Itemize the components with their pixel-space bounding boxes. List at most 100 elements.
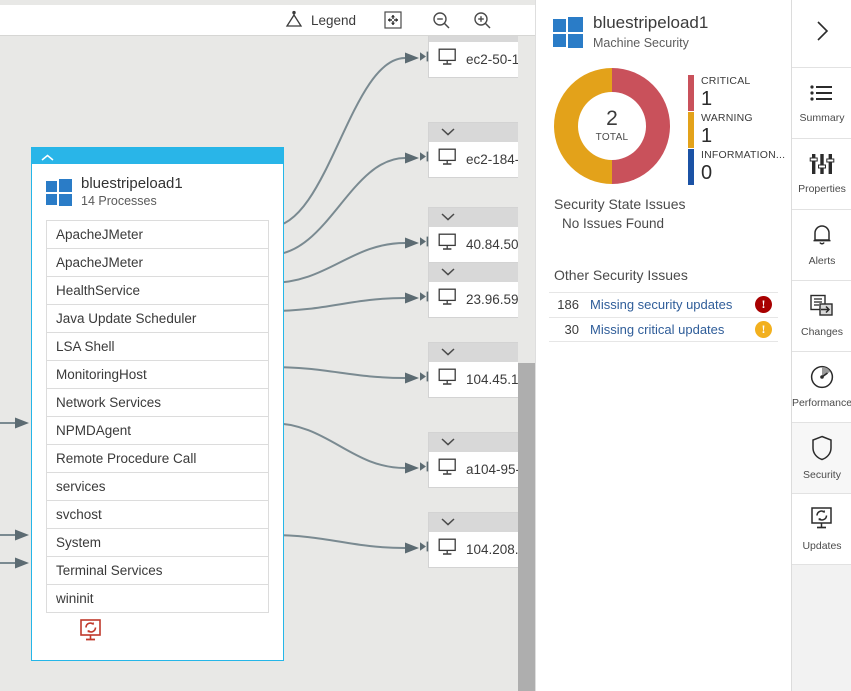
canvas-toolbar: Legend [0, 5, 535, 36]
gauge-icon [810, 365, 834, 394]
zoom-in-button[interactable] [473, 11, 492, 30]
updates-monitor-icon[interactable] [78, 618, 104, 649]
connection-arrow-icon [420, 49, 429, 62]
zoom-out-icon [432, 11, 451, 30]
rail-tabs: Summary Properties Alerts Changes Performanc… [792, 68, 851, 565]
issue-row[interactable]: 30 Missing critical updates! [549, 316, 778, 342]
donut-legend: CRITICAL 1 WARNING 1 INFORMATION... 0 [688, 74, 785, 185]
node-card-identity: bluestripeload1 14 Processes [32, 164, 283, 218]
process-name: System [56, 535, 102, 551]
legend-label: Legend [311, 12, 357, 28]
monitor-icon [438, 48, 458, 71]
issue-label[interactable]: Missing security updates [579, 297, 755, 312]
legend-item: INFORMATION... 0 [688, 148, 785, 185]
topology-app: Legend bluestripeload1 14 Processes Apac… [0, 0, 851, 691]
connection-arrow-icon [420, 149, 429, 162]
connection-arrow-icon [420, 369, 429, 382]
chevron-down-icon[interactable] [440, 124, 456, 142]
issue-label[interactable]: Missing critical updates [579, 322, 755, 337]
canvas-scrollbar[interactable] [518, 36, 535, 691]
warning-badge-icon: ! [755, 320, 772, 338]
process-row[interactable]: LSA Shell [47, 333, 268, 362]
rail-tab-performance[interactable]: Performance [792, 352, 851, 423]
fit-to-screen-button[interactable] [384, 11, 402, 29]
topology-canvas[interactable]: Legend bluestripeload1 14 Processes Apac… [0, 0, 535, 691]
legend-label: CRITICAL [701, 74, 751, 87]
legend-item: WARNING 1 [688, 111, 785, 148]
canvas-scrollbar-thumb[interactable] [518, 363, 535, 691]
node-card-header[interactable] [32, 148, 283, 164]
node-card-title: bluestripeload1 [81, 175, 183, 192]
process-row[interactable]: MonitoringHost [47, 361, 268, 390]
legend-value: 0 [701, 161, 713, 184]
details-title: bluestripeload1 [593, 13, 709, 32]
process-name: NPMDAgent [56, 423, 132, 439]
rail-tab-properties[interactable]: Properties [792, 139, 851, 210]
chevron-down-icon[interactable] [440, 514, 456, 532]
process-row[interactable]: svchost [47, 501, 268, 530]
process-row[interactable]: HealthService [47, 277, 268, 306]
rail-tab-updates[interactable]: Updates [792, 494, 851, 565]
zoom-in-icon [473, 11, 492, 30]
node-card-bluestripeload1[interactable]: bluestripeload1 14 Processes ApacheJMete… [31, 147, 284, 662]
process-name: services [56, 479, 106, 495]
rail-tab-label: Performance [791, 397, 851, 409]
process-name: ApacheJMeter [56, 255, 144, 271]
windows-logo-icon [553, 16, 583, 48]
details-panel: bluestripeload1 Machine Security 2 TOTAL… [535, 0, 791, 691]
node-card-footer [32, 613, 283, 660]
connection-arrow-icon [420, 289, 429, 302]
chevron-down-icon[interactable] [440, 264, 456, 282]
monitor-icon [438, 538, 458, 561]
monitor-icon [438, 368, 458, 391]
changes-icon [809, 294, 835, 323]
connection-arrow-icon [420, 234, 429, 247]
legend-color-swatch [688, 148, 694, 185]
chevron-up-icon[interactable] [40, 150, 55, 168]
process-row[interactable]: wininit [47, 585, 268, 614]
issue-count: 186 [557, 297, 579, 313]
process-name: Remote Procedure Call [56, 451, 197, 467]
legend-button[interactable]: Legend [284, 10, 357, 29]
security-donut-chart: 2 TOTAL CRITICAL 1 WARNING 1 INFORMATION... 0 [536, 67, 791, 190]
critical-badge-icon: ! [755, 296, 772, 314]
monitor-icon [438, 458, 458, 481]
issue-count: 30 [564, 321, 579, 337]
process-name: Java Update Scheduler [56, 311, 197, 327]
rail-tab-security[interactable]: Security [792, 423, 851, 494]
bell-icon [810, 223, 834, 252]
process-row[interactable]: NPMDAgent [47, 417, 268, 446]
rail-tab-label: Alerts [808, 255, 836, 267]
rail-tab-summary[interactable]: Summary [792, 68, 851, 139]
process-row[interactable]: Java Update Scheduler [47, 305, 268, 334]
fit-to-screen-icon [384, 11, 402, 29]
process-name: svchost [56, 507, 102, 523]
process-row[interactable]: ApacheJMeter [47, 221, 268, 250]
chevron-down-icon[interactable] [440, 434, 456, 452]
process-row[interactable]: System [47, 529, 268, 558]
rail-tab-label: Changes [800, 326, 844, 338]
connection-arrow-icon [420, 459, 429, 472]
process-row[interactable]: Network Services [47, 389, 268, 418]
zoom-out-button[interactable] [432, 11, 451, 30]
process-name: Network Services [56, 395, 162, 411]
donut-total-label: TOTAL [595, 132, 629, 144]
process-row[interactable]: services [47, 473, 268, 502]
chevron-down-icon[interactable] [440, 344, 456, 362]
issue-row[interactable]: 186 Missing security updates! [549, 291, 778, 317]
legend-label: WARNING [701, 111, 753, 124]
node-card-text: bluestripeload1 14 Processes [81, 175, 183, 208]
details-tab-rail: Summary Properties Alerts Changes Performanc… [791, 0, 851, 691]
rail-tab-alerts[interactable]: Alerts [792, 210, 851, 281]
windows-logo-icon [46, 178, 72, 206]
rail-tab-label: Properties [798, 183, 846, 195]
process-row[interactable]: Remote Procedure Call [47, 445, 268, 474]
process-row[interactable]: Terminal Services [47, 557, 268, 586]
chevron-down-icon[interactable] [440, 209, 456, 227]
security-state-value: No Issues Found [562, 215, 665, 231]
process-name: HealthService [56, 283, 141, 299]
updates-monitor-icon [809, 506, 835, 537]
process-row[interactable]: ApacheJMeter [47, 249, 268, 278]
rail-tab-changes[interactable]: Changes [792, 281, 851, 352]
expand-panel-button[interactable] [792, 0, 851, 68]
